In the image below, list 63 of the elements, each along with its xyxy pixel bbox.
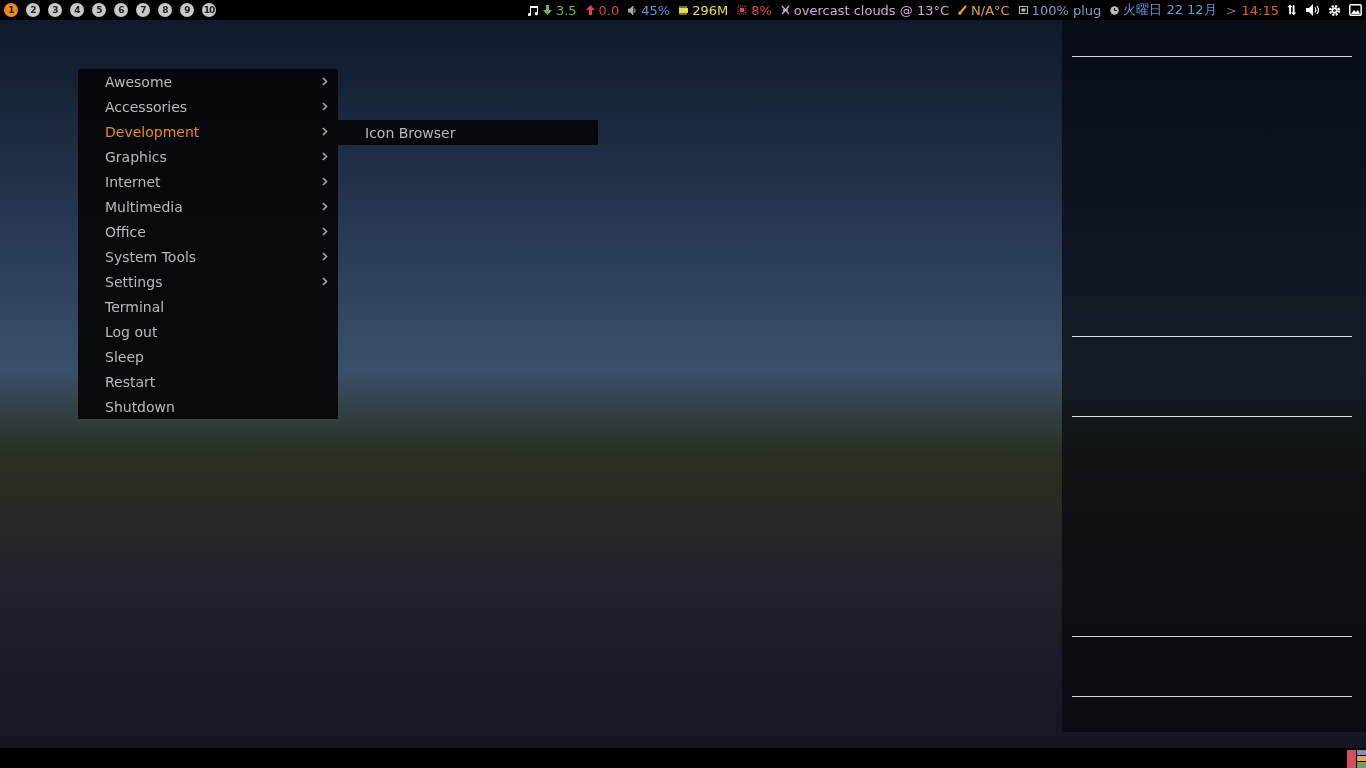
menu-item[interactable]: Terminal — [78, 294, 338, 319]
speaker-icon — [628, 5, 638, 15]
menu-item-label: Graphics — [105, 148, 167, 165]
speaker-icon[interactable] — [1306, 4, 1320, 16]
workspace-tag[interactable]: 6 — [114, 3, 128, 17]
status-text: 100% plug — [1031, 2, 1102, 18]
separator-text: > — [1225, 2, 1237, 18]
menu-item-label: Internet — [105, 173, 161, 190]
menu-item[interactable]: Icon Browser — [338, 120, 598, 145]
workspace-tag[interactable]: 5 — [92, 3, 106, 17]
battery-icon — [1018, 6, 1028, 14]
status-text: 火曜日 22 12月 — [1123, 1, 1217, 19]
up-arrow-icon — [585, 5, 595, 15]
picture-icon[interactable] — [1349, 4, 1362, 16]
menu-item-label: System Tools — [105, 248, 197, 265]
menu-item[interactable]: Multimedia — [78, 194, 338, 219]
menu-item[interactable]: Office — [78, 219, 338, 244]
menu-item[interactable]: Internet — [78, 169, 338, 194]
music-note-icon[interactable] — [527, 4, 539, 16]
menu-item[interactable]: Sleep — [78, 344, 338, 369]
menu-item-label: Shutdown — [105, 398, 175, 415]
cpu-chip-icon — [737, 5, 748, 15]
clock-time: 14:15 — [1241, 2, 1279, 18]
menu-item[interactable]: Log out — [78, 319, 338, 344]
menu-item[interactable]: Shutdown — [78, 394, 338, 419]
workspace-tag[interactable]: 2 — [26, 3, 40, 17]
menu-item-label: Terminal — [105, 298, 165, 315]
menu-item[interactable]: System Tools — [78, 244, 338, 269]
menu-item-label: Sleep — [105, 348, 144, 365]
status-text: 8% — [751, 2, 772, 18]
settings-icon[interactable] — [1328, 3, 1341, 17]
workspace-tag[interactable]: 4 — [70, 3, 84, 17]
workspace-tag[interactable]: 10 — [202, 3, 216, 17]
workspace-tag[interactable]: 1 — [4, 3, 18, 17]
menu-item[interactable]: Accessories — [78, 94, 338, 119]
menu-item[interactable]: Settings — [78, 269, 338, 294]
workspace-tag[interactable]: 8 — [158, 3, 172, 17]
menu-item-label: Log out — [105, 323, 158, 340]
status-text: 45% — [641, 2, 671, 18]
menu-item-label: Restart — [105, 373, 156, 390]
workspace-tag[interactable]: 3 — [48, 3, 62, 17]
workspace-tag[interactable]: 7 — [136, 3, 150, 17]
menu-item[interactable]: Restart — [78, 369, 338, 394]
memory-chip-icon — [679, 5, 689, 15]
down-arrow-icon — [542, 5, 552, 15]
status-text: 3.5 — [555, 2, 577, 18]
status-text: 0.0 — [598, 2, 620, 18]
menu-item[interactable]: Graphics — [78, 144, 338, 169]
menu-item-label: Development — [105, 123, 200, 140]
clock-icon — [1110, 5, 1120, 15]
menu-item-label: Accessories — [105, 98, 188, 115]
menu-item[interactable]: Development — [78, 119, 338, 144]
network-arrows-icon[interactable] — [1286, 4, 1298, 16]
workspace-tag[interactable]: 9 — [180, 3, 194, 17]
tile-layout-icon[interactable] — [1347, 749, 1366, 768]
status-text: overcast clouds @ 13°C — [793, 2, 950, 18]
menu-item[interactable]: Awesome — [78, 69, 338, 94]
status-text: N/A°C — [971, 2, 1010, 18]
menu-item-label: Multimedia — [105, 198, 183, 215]
menu-item-label: Settings — [105, 273, 163, 290]
menu-item-label: Office — [105, 223, 146, 240]
menu-item-label: Awesome — [105, 73, 173, 90]
status-text: 296M — [692, 2, 729, 18]
